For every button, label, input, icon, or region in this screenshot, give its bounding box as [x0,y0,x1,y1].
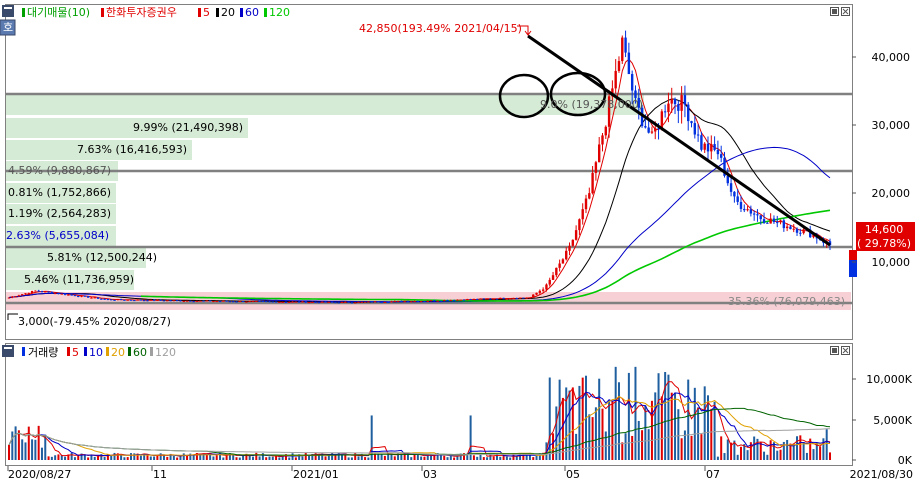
chart-window: 호 대기매물(10) 한화투자증권우 5 20 60 120 거래량 5 10 … [0,0,915,483]
volume-profile-label: 9.99% (21,490,398) [133,121,243,134]
volume-profile-label: 0.81% (1,752,866) [8,186,111,199]
volume-profile-label: 5.46% (11,736,959) [24,273,134,286]
volume-profile-label: 7.63% (16,416,593) [77,143,187,156]
volume-profile-label: 4.59% (9,880,867) [8,164,111,177]
volume-profile-label: 2.63% (5,655,084) [6,229,109,242]
volume-profile: 9.99% (21,490,398) 7.63% (16,416,593) 4.59… [6,98,845,308]
volume-profile-label: 5.81% (12,500,244) [47,251,157,264]
volume-profile-label: 35.36% (76,079,463) [728,295,845,308]
volume-profile-overlay-label: 9.0% (19,378,000) [540,98,643,111]
volume-profile-label: 1.19% (2,564,283) [8,207,111,220]
